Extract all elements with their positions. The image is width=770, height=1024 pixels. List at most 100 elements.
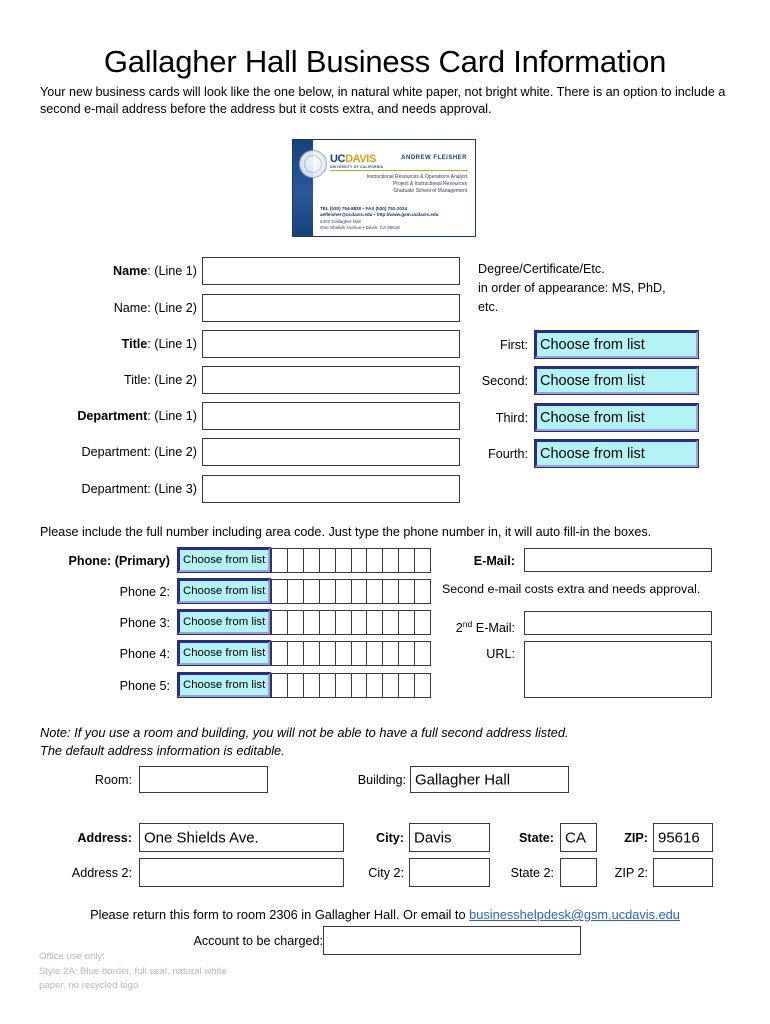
phone-5-type-dropdown[interactable]: Choose from list — [177, 672, 271, 698]
phone-primary-type-value: Choose from list — [183, 553, 266, 566]
city-input[interactable]: Davis — [409, 823, 490, 852]
office-note-line-3: paper, no recycled logo — [39, 980, 139, 991]
degree-fourth-dropdown[interactable]: Choose from list — [534, 439, 699, 468]
degree-first-dropdown[interactable]: Choose from list — [534, 330, 699, 359]
label-state: State: — [519, 831, 554, 845]
label-name-line-2: Name: (Line 2) — [113, 301, 197, 315]
city-2-input[interactable] — [409, 858, 490, 887]
intro-paragraph: Your new business cards will look like t… — [40, 85, 726, 116]
label-url: URL: — [486, 647, 515, 661]
address-input[interactable]: One Shields Ave. — [139, 823, 344, 852]
card-person-name: ANDREW FLEISHER — [401, 155, 467, 161]
phone-5-digits[interactable] — [271, 673, 431, 698]
zip-input[interactable]: 95616 — [653, 823, 713, 852]
logo-uc-text: UC — [330, 153, 346, 165]
label-city-2: City 2: — [368, 866, 404, 880]
label-city: City: — [376, 831, 404, 845]
address-note-line-1: Note: If you use a room and building, yo… — [40, 725, 569, 740]
degree-instruction-line-3: etc. — [478, 300, 499, 314]
city-value: Davis — [414, 829, 452, 846]
label-department-line-3: Department: (Line 3) — [81, 482, 198, 496]
card-contact-block: TEL (530) 754-8830 • FAX (530) 752-2024 … — [320, 206, 439, 232]
phone-2-type-value: Choose from list — [183, 584, 266, 597]
office-note-line-1: Office use only: — [39, 951, 105, 962]
zip-value: 95616 — [658, 829, 700, 846]
phone-2-digits[interactable] — [271, 579, 431, 604]
label-phone-2: Phone 2: — [119, 585, 170, 599]
label-account-to-be-charged: Account to be charged: — [193, 934, 323, 948]
phone-3-type-value: Choose from list — [183, 615, 266, 628]
label-second-email: 2nd E-Mail: — [455, 619, 515, 636]
card-contact-line-4: One Shields Avenue • Davis, CA 95616 — [320, 225, 400, 231]
url-input[interactable] — [524, 641, 712, 698]
account-to-be-charged-input[interactable] — [323, 926, 581, 955]
label-phone-primary: Phone: (Primary) — [68, 554, 170, 568]
phone-2-type-dropdown[interactable]: Choose from list — [177, 578, 271, 604]
building-input[interactable]: Gallagher Hall — [410, 766, 569, 793]
degree-third-dropdown[interactable]: Choose from list — [534, 403, 699, 432]
logo-davis-text: DAVIS — [345, 153, 376, 165]
zip-2-input[interactable] — [653, 858, 713, 887]
label-email: E-Mail: — [473, 554, 515, 568]
email-input[interactable] — [524, 548, 712, 572]
office-note-line-2: Style 2A: Blue border, full seal, natura… — [39, 965, 227, 977]
phone-3-type-dropdown[interactable]: Choose from list — [177, 609, 271, 635]
return-instruction-text: Please return this form to room 2306 in … — [90, 907, 470, 922]
building-value: Gallagher Hall — [415, 771, 511, 788]
degree-instruction: Degree/Certificate/Etc. in order of appe… — [478, 260, 728, 317]
card-title-block: Instructional Resources & Operations Ana… — [367, 174, 467, 196]
card-title-line-3: Graduate School of Management — [393, 188, 467, 195]
state-value: CA — [565, 829, 586, 846]
uc-seal-icon — [299, 150, 327, 178]
card-title-line-1: Instructional Resources & Operations Ana… — [366, 174, 467, 180]
degree-fourth-value: Choose from list — [540, 445, 645, 462]
label-zip: ZIP: — [624, 831, 648, 845]
phone-instruction: Please include the full number including… — [40, 525, 652, 539]
phone-4-type-dropdown[interactable]: Choose from list — [177, 640, 271, 666]
name-line-1-input[interactable] — [202, 257, 460, 285]
label-degree-third: Third: — [495, 411, 528, 425]
label-name-line-1: Name: (Line 1) — [112, 264, 197, 278]
state-input[interactable]: CA — [560, 823, 597, 852]
room-input[interactable] — [139, 766, 268, 793]
state-2-input[interactable] — [560, 858, 597, 887]
label-state-2: State 2: — [510, 866, 554, 880]
degree-third-value: Choose from list — [540, 409, 645, 426]
ucdavis-logo: UCDAVIS — [330, 154, 376, 165]
label-phone-5: Phone 5: — [119, 679, 170, 693]
business-card-preview: UCDAVIS UNIVERSITY OF CALIFORNIA ANDREW … — [292, 139, 476, 237]
phone-primary-type-dropdown[interactable]: Choose from list — [177, 547, 271, 573]
label-department-line-1: Department: (Line 1) — [77, 409, 197, 423]
address-2-input[interactable] — [139, 858, 344, 887]
page-title: Gallagher Hall Business Card Information — [103, 44, 667, 79]
label-phone-4: Phone 4: — [119, 647, 170, 661]
label-room: Room: — [94, 773, 132, 787]
label-degree-second: Second: — [481, 374, 528, 388]
label-department-line-2: Department: (Line 2) — [81, 445, 198, 459]
card-gold-rule — [330, 170, 468, 172]
degree-instruction-line-2: in order of appearance: MS, PhD, — [478, 281, 666, 295]
degree-first-value: Choose from list — [540, 336, 645, 353]
card-contact-line-2: aefleisher@ucdavis.edu • http://www.gsm.… — [320, 212, 439, 218]
address-value: One Shields Ave. — [144, 829, 259, 846]
label-phone-3: Phone 3: — [119, 616, 170, 630]
label-building: Building: — [357, 773, 406, 787]
phone-5-type-value: Choose from list — [183, 678, 266, 691]
helpdesk-email-link[interactable]: businesshelpdesk@gsm.ucdavis.edu — [469, 907, 680, 922]
label-title-line-1: Title: (Line 1) — [121, 337, 197, 351]
degree-second-value: Choose from list — [540, 372, 645, 389]
office-use-only-note: Office use only: Style 2A: Blue border, … — [39, 950, 227, 994]
card-title-line-2: Project & Instructional Resources — [393, 181, 467, 188]
degree-second-dropdown[interactable]: Choose from list — [534, 366, 699, 395]
label-zip-2: ZIP 2: — [614, 866, 648, 880]
label-degree-fourth: Fourth: — [488, 447, 528, 461]
second-email-note: Second e-mail costs extra and needs appr… — [442, 582, 701, 596]
logo-subtitle: UNIVERSITY OF CALIFORNIA — [330, 165, 384, 169]
phone-4-type-value: Choose from list — [183, 646, 266, 659]
form-page: Gallagher Hall Business Card Information… — [0, 0, 770, 1024]
return-instruction: Please return this form to room 2306 in … — [0, 906, 770, 923]
department-line-3-input[interactable] — [202, 475, 460, 503]
name-line-2-input[interactable] — [202, 294, 460, 322]
second-email-input[interactable] — [524, 611, 712, 635]
address-note-line-2: The default address information is edita… — [40, 743, 285, 758]
